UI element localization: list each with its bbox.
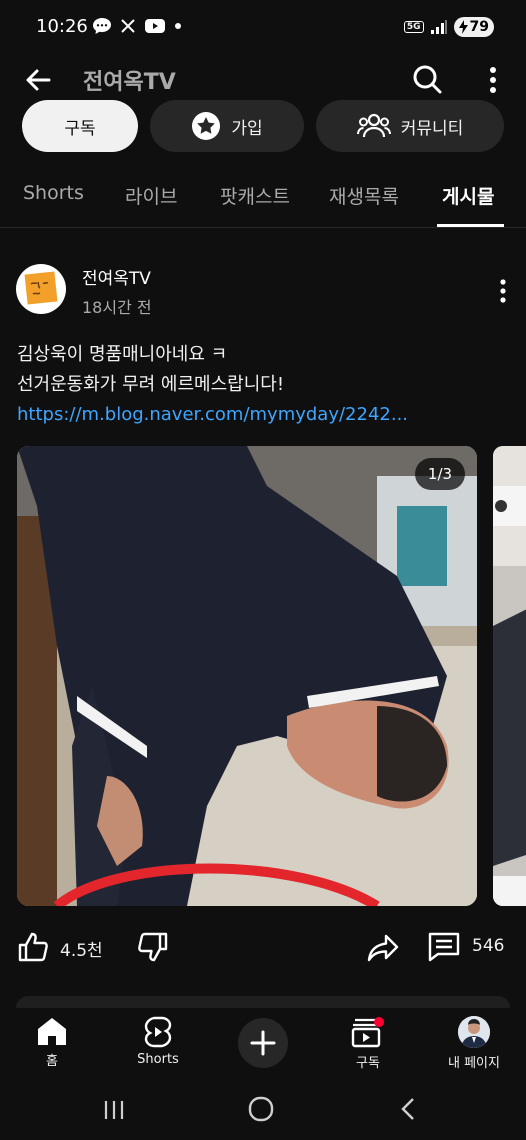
thumbs-up-icon[interactable] bbox=[16, 930, 50, 964]
user-avatar-illustration bbox=[458, 1016, 490, 1048]
post-timestamp: 18시간 전 bbox=[82, 298, 152, 317]
status-bar: 10:26 5G 79 bbox=[0, 0, 526, 58]
nav-subscriptions-label: 구독 bbox=[356, 1056, 380, 1071]
tab-live[interactable]: 라이브 bbox=[125, 182, 177, 209]
subscriptions-icon bbox=[351, 1017, 384, 1048]
join-label: 가입 bbox=[231, 118, 263, 139]
thumbs-down-icon[interactable] bbox=[136, 930, 170, 964]
channel-tabs: Shorts 라이브 팟캐스트 재생목록 게시물 bbox=[0, 166, 526, 228]
battery-level: 79 bbox=[469, 19, 489, 35]
post-author[interactable]: 전여옥TV bbox=[82, 264, 151, 289]
dot-icon bbox=[175, 23, 181, 29]
nav-you[interactable]: 내 페이지 bbox=[424, 1010, 524, 1071]
nav-home-label: 홈 bbox=[46, 1054, 58, 1069]
youtube-icon bbox=[145, 19, 165, 33]
nav-shorts[interactable]: Shorts bbox=[108, 1016, 208, 1067]
image-counter: 1/3 bbox=[415, 458, 465, 490]
post-more-icon[interactable] bbox=[492, 276, 514, 306]
plus-icon bbox=[250, 1030, 276, 1056]
signal-icon bbox=[430, 20, 447, 34]
next-photo-illustration bbox=[493, 446, 526, 906]
home-icon bbox=[38, 1018, 66, 1045]
nav-shorts-label: Shorts bbox=[137, 1052, 179, 1067]
engagement-row: 4.5천 546 bbox=[0, 920, 526, 976]
post-text-line-2: 선거운동화가 무려 에르메스랍니다! bbox=[17, 374, 285, 395]
subscribe-label: 구독 bbox=[64, 118, 96, 139]
join-button[interactable]: 가입 bbox=[150, 100, 304, 152]
post-image[interactable]: 1/3 bbox=[17, 446, 477, 906]
comment-icon[interactable] bbox=[426, 930, 462, 964]
tab-posts[interactable]: 게시물 bbox=[442, 182, 494, 209]
more-vert-icon[interactable] bbox=[482, 64, 504, 96]
post-header: 전여옥TV 18시간 전 bbox=[0, 262, 526, 322]
comment-count: 546 bbox=[472, 936, 505, 956]
subscribe-button[interactable]: 구독 bbox=[22, 100, 138, 152]
nav-subscriptions[interactable]: 구독 bbox=[318, 1016, 418, 1071]
nav-home[interactable]: 홈 bbox=[2, 1016, 102, 1069]
recent-apps-icon[interactable] bbox=[102, 1098, 126, 1122]
x-logo-icon bbox=[121, 19, 135, 33]
community-button[interactable]: 커뮤니티 bbox=[316, 100, 504, 152]
top-app-bar: 전여옥TV bbox=[0, 52, 526, 106]
post-body: 김상욱이 명품매니아네요 ㅋ 선거운동화가 무려 에르메스랍니다! https:… bbox=[17, 340, 517, 430]
search-icon[interactable] bbox=[410, 62, 444, 96]
notification-icons bbox=[92, 17, 182, 35]
back-arrow-icon[interactable] bbox=[22, 64, 54, 96]
system-icons: 5G 79 bbox=[403, 17, 494, 37]
system-back-icon[interactable] bbox=[398, 1096, 418, 1122]
channel-title: 전여옥TV bbox=[83, 70, 176, 95]
system-navigation-bar bbox=[0, 1084, 526, 1140]
chat-bubble-icon bbox=[93, 18, 111, 34]
post-text-line-1: 김상욱이 명품매니아네요 ㅋ bbox=[17, 344, 228, 365]
channel-action-row: 구독 가입 커뮤니티 bbox=[22, 100, 526, 152]
bottom-navigation: 홈 Shorts 구독 내 페이지 bbox=[0, 1008, 526, 1084]
community-label: 커뮤니티 bbox=[400, 118, 464, 139]
tab-podcasts[interactable]: 팟캐스트 bbox=[220, 182, 290, 209]
like-count: 4.5천 bbox=[60, 941, 103, 961]
people-icon bbox=[356, 113, 391, 138]
charging-icon bbox=[458, 20, 468, 34]
channel-logo-icon bbox=[24, 271, 58, 305]
nav-you-label: 내 페이지 bbox=[448, 1056, 500, 1071]
post-photo-illustration bbox=[17, 446, 477, 906]
tab-playlists[interactable]: 재생목록 bbox=[329, 182, 399, 209]
star-badge-icon bbox=[192, 112, 221, 140]
channel-avatar[interactable] bbox=[16, 264, 66, 314]
active-tab-indicator bbox=[437, 224, 504, 227]
share-icon[interactable] bbox=[366, 930, 400, 964]
battery-indicator: 79 bbox=[453, 17, 494, 37]
status-time: 10:26 bbox=[36, 16, 88, 37]
shorts-icon bbox=[144, 1016, 172, 1048]
image-carousel[interactable]: 1/3 bbox=[17, 446, 526, 906]
network-type: 5G bbox=[403, 21, 424, 33]
create-button[interactable] bbox=[238, 1018, 288, 1068]
post-link[interactable]: https://m.blog.naver.com/mymyday/2242... bbox=[17, 400, 517, 430]
user-avatar bbox=[458, 1016, 490, 1048]
tab-shorts[interactable]: Shorts bbox=[23, 182, 84, 204]
next-image-preview[interactable] bbox=[493, 446, 526, 906]
home-circle-icon[interactable] bbox=[248, 1096, 274, 1122]
